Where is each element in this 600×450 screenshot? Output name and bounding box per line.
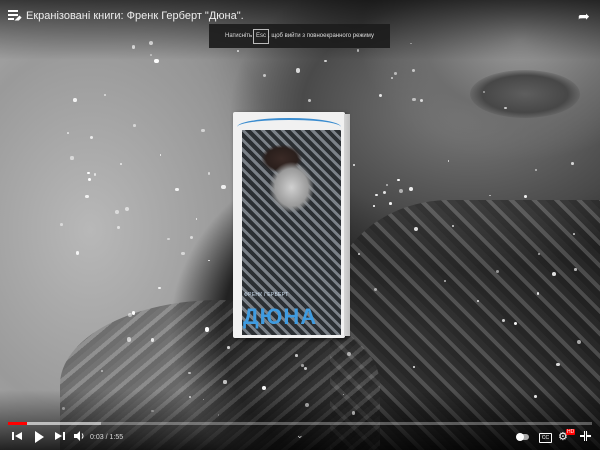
- snowflake: [120, 163, 123, 165]
- book-author: ФРЕНК ГЕРБЕРТ: [244, 292, 289, 298]
- time-separator: /: [105, 434, 108, 441]
- volume-icon[interactable]: [72, 430, 86, 446]
- snowflake: [300, 363, 304, 367]
- snowflake: [73, 97, 77, 102]
- snowflake: [117, 226, 121, 229]
- snowflake: [70, 156, 74, 160]
- snowflake: [201, 128, 205, 133]
- snowflake: [347, 351, 352, 356]
- snowflake: [132, 123, 136, 127]
- snowflake: [167, 237, 170, 241]
- exit-fullscreen-icon[interactable]: [580, 431, 591, 441]
- snowflake: [207, 259, 210, 262]
- current-time: 0:03: [90, 434, 104, 441]
- background-photo-lips: [470, 70, 580, 118]
- snowflake: [150, 338, 155, 342]
- snowflake: [295, 68, 300, 73]
- book-title: ДЮНА: [243, 304, 318, 329]
- snowflake: [451, 224, 455, 227]
- snowflake: [159, 154, 162, 156]
- snowflake: [408, 186, 413, 191]
- snowflake: [126, 337, 132, 342]
- video-player[interactable]: Екранізовані книги: Френк Герберт "Дюна"…: [0, 0, 600, 450]
- snowflake: [447, 159, 450, 162]
- snowflake: [223, 380, 227, 384]
- snowflake: [131, 311, 135, 315]
- snowflake: [94, 173, 97, 176]
- snowflake: [574, 268, 577, 271]
- snowflake: [373, 287, 377, 291]
- snowflake: [294, 354, 298, 358]
- snowflake: [391, 77, 394, 80]
- snowflake: [573, 232, 575, 235]
- chevron-down-icon[interactable]: ⌄: [296, 430, 304, 441]
- snowflake: [536, 291, 540, 295]
- snowflake: [175, 187, 179, 192]
- time-display: 0:03 / 1:55: [90, 431, 123, 445]
- video-title[interactable]: Екранізовані книги: Френк Герберт "Дюна"…: [26, 10, 244, 22]
- next-icon[interactable]: [53, 430, 67, 446]
- played-bar: [8, 422, 28, 425]
- snowflake: [501, 318, 506, 322]
- snowflake: [411, 68, 415, 72]
- share-icon[interactable]: ➦: [578, 9, 592, 23]
- hd-badge: HD: [566, 429, 576, 435]
- snowflake: [357, 252, 360, 255]
- snowflake: [489, 194, 492, 197]
- snowflake: [115, 210, 119, 214]
- snowflake: [386, 184, 389, 186]
- subtitles-icon[interactable]: CC: [539, 433, 552, 443]
- snowflake: [221, 184, 226, 190]
- snowflake: [378, 93, 383, 98]
- snowflake: [375, 194, 378, 197]
- play-icon[interactable]: [31, 430, 47, 446]
- control-bar: 0:03 / 1:55 ⌄ CC ⚙ HD: [0, 428, 600, 450]
- snowflake: [87, 178, 91, 182]
- progress-bar[interactable]: [8, 422, 592, 425]
- hint-text-before: Натисніть: [225, 33, 253, 39]
- snowflake: [412, 97, 416, 102]
- snowflake: [576, 339, 582, 344]
- snowflake: [103, 93, 106, 96]
- snowflake: [124, 206, 129, 211]
- snowflake: [398, 188, 403, 193]
- snowflake: [571, 161, 574, 165]
- snowflake: [393, 72, 397, 76]
- snowflake: [382, 190, 387, 195]
- previous-icon[interactable]: [10, 430, 24, 446]
- snowflake: [373, 205, 376, 208]
- snowflake: [90, 136, 94, 140]
- book-cover: ФРЕНК ГЕРБЕРТ ДЮНА: [233, 112, 350, 338]
- playlist-icon[interactable]: [8, 10, 25, 26]
- snowflake: [67, 132, 70, 134]
- snowflake: [307, 98, 311, 102]
- snowflake: [195, 217, 198, 220]
- snowflake: [513, 321, 518, 325]
- snowflake: [555, 362, 560, 367]
- hint-text-after: , щоб вийти з повноекранного режиму: [268, 33, 374, 39]
- fullscreen-exit-hint: Натисніть Esc , щоб вийти з повноекранно…: [209, 24, 390, 48]
- snowflake: [397, 178, 400, 182]
- hint-key: Esc: [253, 29, 270, 44]
- snowflake: [389, 201, 393, 205]
- snowflake: [352, 163, 355, 166]
- snowflake: [263, 73, 267, 77]
- snowflake: [60, 222, 63, 226]
- snowflake: [87, 171, 90, 175]
- snowflake: [158, 286, 161, 289]
- book-spine: [344, 114, 350, 336]
- duration: 1:55: [109, 434, 124, 441]
- snowflake: [443, 279, 446, 282]
- snowflake: [535, 169, 538, 172]
- snowflake: [207, 172, 211, 175]
- snowflake: [419, 99, 423, 103]
- snowflake: [189, 235, 194, 239]
- snowflake: [181, 252, 185, 256]
- autoplay-toggle-icon[interactable]: [516, 433, 529, 441]
- snowflake: [85, 194, 90, 199]
- snowflake: [75, 251, 80, 256]
- snowflake: [524, 195, 527, 198]
- snowflake: [204, 327, 209, 332]
